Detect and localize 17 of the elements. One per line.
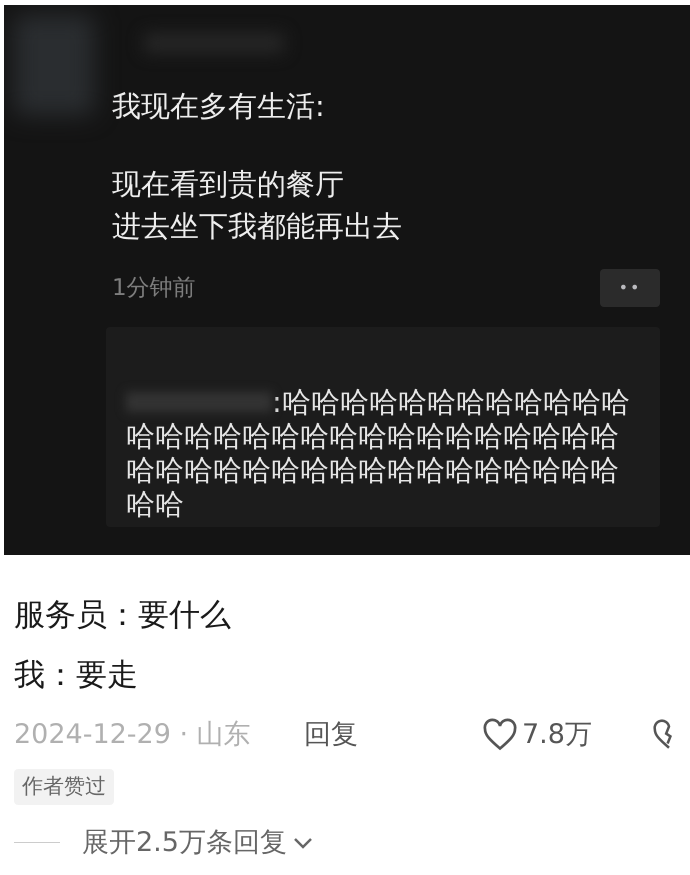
- like-button[interactable]: 7.8万: [482, 714, 592, 756]
- comment-text-line: 哈哈哈哈哈哈哈哈哈哈哈哈哈哈哈哈哈: [126, 453, 619, 487]
- author-liked-badge: 作者赞过: [14, 769, 114, 804]
- post-text-line: 现在看到贵的餐厅: [112, 166, 345, 203]
- post-text-line: 进去坐下我都能再出去: [112, 208, 403, 245]
- post-time: 1分钟前: [112, 274, 196, 303]
- expand-replies-button[interactable]: 展开2.5万条回复: [82, 822, 315, 863]
- more-button[interactable]: ••: [600, 269, 660, 307]
- comment-text-line: 哈哈哈哈哈哈哈哈哈哈哈哈哈哈哈哈哈: [126, 419, 619, 453]
- comment-text-line: :哈哈哈哈哈哈哈哈哈哈哈哈: [272, 385, 630, 419]
- date-location: 2024-12-29 · 山东: [14, 718, 252, 752]
- reply-text-line: 我：要走: [14, 656, 139, 695]
- comment-text-line: 哈哈: [126, 487, 184, 521]
- reply-link[interactable]: 回复: [304, 714, 358, 756]
- reply-text-line: 服务员：要什么: [14, 596, 232, 635]
- heart-icon: [482, 718, 518, 752]
- post-text-line: 我现在多有生活:: [112, 88, 326, 125]
